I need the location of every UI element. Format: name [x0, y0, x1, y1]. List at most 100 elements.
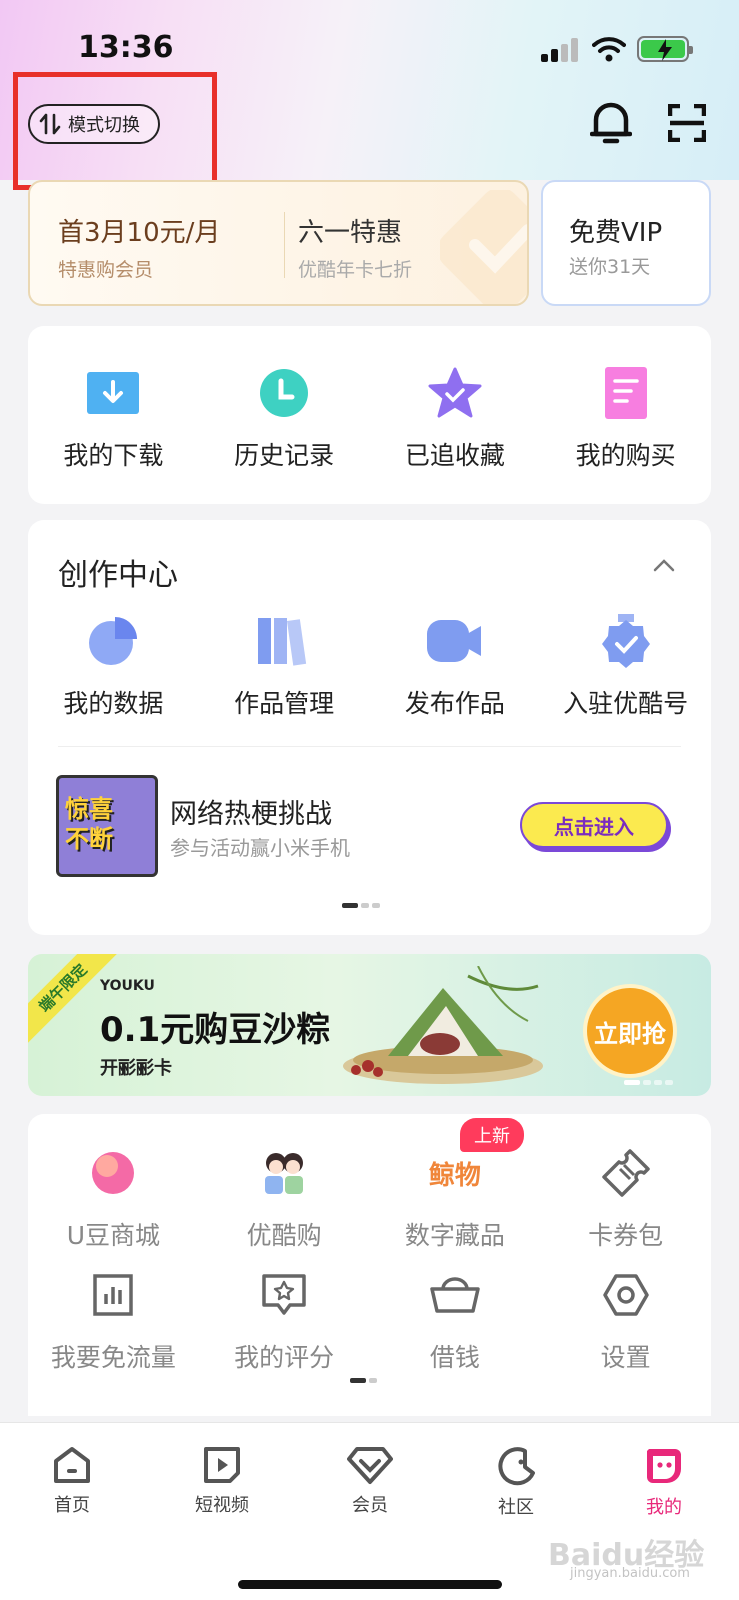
my-downloads-label: 我的下载 — [63, 441, 164, 470]
u-bean-mall-label: U豆商城 — [66, 1221, 161, 1250]
ticket-icon — [601, 1149, 650, 1197]
free-vip-sub: 送你31天 — [569, 256, 651, 278]
cellular-signal-icon — [541, 38, 579, 62]
digital-collectibles-icon: 鲸物 — [428, 1160, 481, 1191]
creator-center-title: 创作中心 — [58, 558, 178, 593]
rating-icon — [262, 1274, 306, 1315]
receipt-icon — [604, 367, 647, 419]
mine-icon — [647, 1449, 681, 1483]
banner-title: 0.1元购豆沙粽 — [100, 1010, 331, 1050]
settings-label: 设置 — [600, 1343, 651, 1372]
favorites-button[interactable]: 已追收藏 — [370, 364, 541, 472]
borrow-money-label: 借钱 — [429, 1343, 480, 1372]
tab-short-video-label: 短视频 — [195, 1495, 249, 1516]
join-youku-account-button[interactable]: 入驻优酷号 — [540, 612, 711, 720]
divider — [58, 746, 681, 747]
tab-short-video[interactable]: 短视频 — [172, 1445, 272, 1517]
free-vip-title: 免费VIP — [569, 218, 663, 248]
creator-center-card: 创作中心 我的数据 作品管理 发布作品 入驻优酷号 惊喜 不断 网络热梗挑战 参与… — [28, 520, 711, 935]
borrow-money-button[interactable]: 借钱 — [370, 1266, 541, 1374]
vip-offer-title: 首3月10元/月 — [58, 218, 221, 248]
free-data-button[interactable]: 我要免流量 — [28, 1266, 199, 1374]
dragon-boat-promo-banner[interactable]: 端午限定 YOUKU 0.1元购豆沙粽 开彨彨卡 立即抢 — [28, 954, 711, 1096]
bell-icon[interactable] — [590, 100, 632, 146]
banner-subtitle: 开彨彨卡 — [100, 1058, 172, 1079]
vip-offer-monthly[interactable]: 首3月10元/月 特惠购会员 — [58, 212, 220, 282]
promo-thumbnail-text: 惊喜 — [65, 795, 113, 823]
scan-icon[interactable] — [668, 104, 706, 142]
data-plan-icon — [93, 1274, 134, 1316]
carousel-indicator — [342, 903, 380, 908]
tab-mine[interactable]: 我的 — [614, 1445, 714, 1519]
vip-offer-title: 六一特惠 — [298, 218, 403, 248]
works-management-button[interactable]: 作品管理 — [199, 612, 370, 720]
home-indicator — [238, 1580, 502, 1589]
short-video-icon — [204, 1447, 240, 1483]
publish-works-button[interactable]: 发布作品 — [370, 612, 541, 720]
my-data-label: 我的数据 — [63, 689, 164, 718]
services-card: 上新 U豆商城 优酷购 鲸物 数字藏品 卡券包 我要免流量 我的评分 借钱 设置 — [28, 1114, 711, 1416]
vip-offer-sub: 特惠购会员 — [58, 259, 154, 281]
promo-subtitle: 参与活动赢小米手机 — [170, 836, 350, 860]
my-purchases-button[interactable]: 我的购买 — [540, 364, 711, 472]
pie-chart-icon — [89, 617, 138, 665]
chevron-up-icon[interactable] — [653, 558, 675, 572]
carousel-indicator — [624, 1080, 673, 1085]
youku-logo: YOUKU — [100, 978, 155, 994]
verified-badge-icon — [601, 614, 650, 668]
battery-icon — [637, 36, 693, 62]
coupon-wallet-button[interactable]: 卡券包 — [540, 1144, 711, 1252]
favorites-label: 已追收藏 — [404, 441, 505, 470]
home-icon — [54, 1447, 90, 1483]
works-management-label: 作品管理 — [234, 689, 335, 718]
vip-offer-card[interactable]: 首3月10元/月 特惠购会员 六一特惠 优酷年卡七折 — [28, 180, 529, 306]
quick-access-card: 我的下载 历史记录 已追收藏 我的购买 — [28, 326, 711, 504]
digital-collectibles-label: 数字藏品 — [404, 1221, 505, 1250]
digital-collectibles-button[interactable]: 鲸物 数字藏品 — [370, 1144, 541, 1252]
vip-watermark-icon — [440, 190, 527, 304]
community-icon — [498, 1447, 535, 1486]
gear-icon — [602, 1274, 649, 1316]
highlight-box — [13, 72, 217, 190]
tab-community[interactable]: 社区 — [466, 1445, 566, 1519]
tab-home[interactable]: 首页 — [22, 1445, 122, 1517]
history-label: 历史记录 — [234, 441, 335, 470]
tab-mine-label: 我的 — [646, 1497, 682, 1518]
baidu-watermark-url: jingyan.baidu.com — [570, 1566, 690, 1581]
history-button[interactable]: 历史记录 — [199, 364, 370, 472]
join-youku-account-label: 入驻优酷号 — [563, 689, 689, 718]
youku-shop-icon — [265, 1153, 304, 1194]
divider — [284, 212, 285, 278]
zongzi-image — [343, 966, 543, 1084]
free-data-label: 我要免流量 — [50, 1343, 176, 1372]
download-icon — [87, 372, 140, 414]
video-camera-icon — [426, 620, 481, 662]
clock-icon — [260, 369, 309, 417]
free-vip-card[interactable]: 免费VIP 送你31天 — [541, 180, 711, 306]
enter-challenge-button[interactable]: 点击进入 — [520, 802, 668, 848]
vip-offer-children-day[interactable]: 六一特惠 优酷年卡七折 — [298, 212, 412, 282]
star-icon — [428, 367, 482, 418]
my-ratings-label: 我的评分 — [234, 1343, 335, 1372]
youku-shop-button[interactable]: 优酷购 — [199, 1144, 370, 1252]
promo-thumbnail[interactable]: 惊喜 不断 — [56, 775, 158, 877]
my-data-button[interactable]: 我的数据 — [28, 612, 199, 720]
ingot-icon — [430, 1277, 480, 1313]
status-time: 13:36 — [78, 30, 174, 65]
my-purchases-label: 我的购买 — [575, 441, 676, 470]
u-bean-mall-button[interactable]: U豆商城 — [28, 1144, 199, 1252]
u-bean-icon — [92, 1152, 135, 1194]
promo-thumbnail-text: 不断 — [65, 825, 113, 853]
tab-home-label: 首页 — [54, 1495, 90, 1516]
youku-shop-label: 优酷购 — [246, 1221, 322, 1250]
tab-membership[interactable]: 会员 — [320, 1445, 420, 1517]
my-ratings-button[interactable]: 我的评分 — [199, 1266, 370, 1374]
grab-now-button[interactable]: 立即抢 — [583, 984, 677, 1078]
publish-works-label: 发布作品 — [404, 689, 505, 718]
carousel-indicator — [350, 1378, 377, 1383]
books-icon — [258, 618, 307, 666]
my-downloads-button[interactable]: 我的下载 — [28, 364, 199, 472]
diamond-icon — [347, 1447, 393, 1484]
settings-button[interactable]: 设置 — [540, 1266, 711, 1374]
tab-community-label: 社区 — [498, 1497, 534, 1518]
